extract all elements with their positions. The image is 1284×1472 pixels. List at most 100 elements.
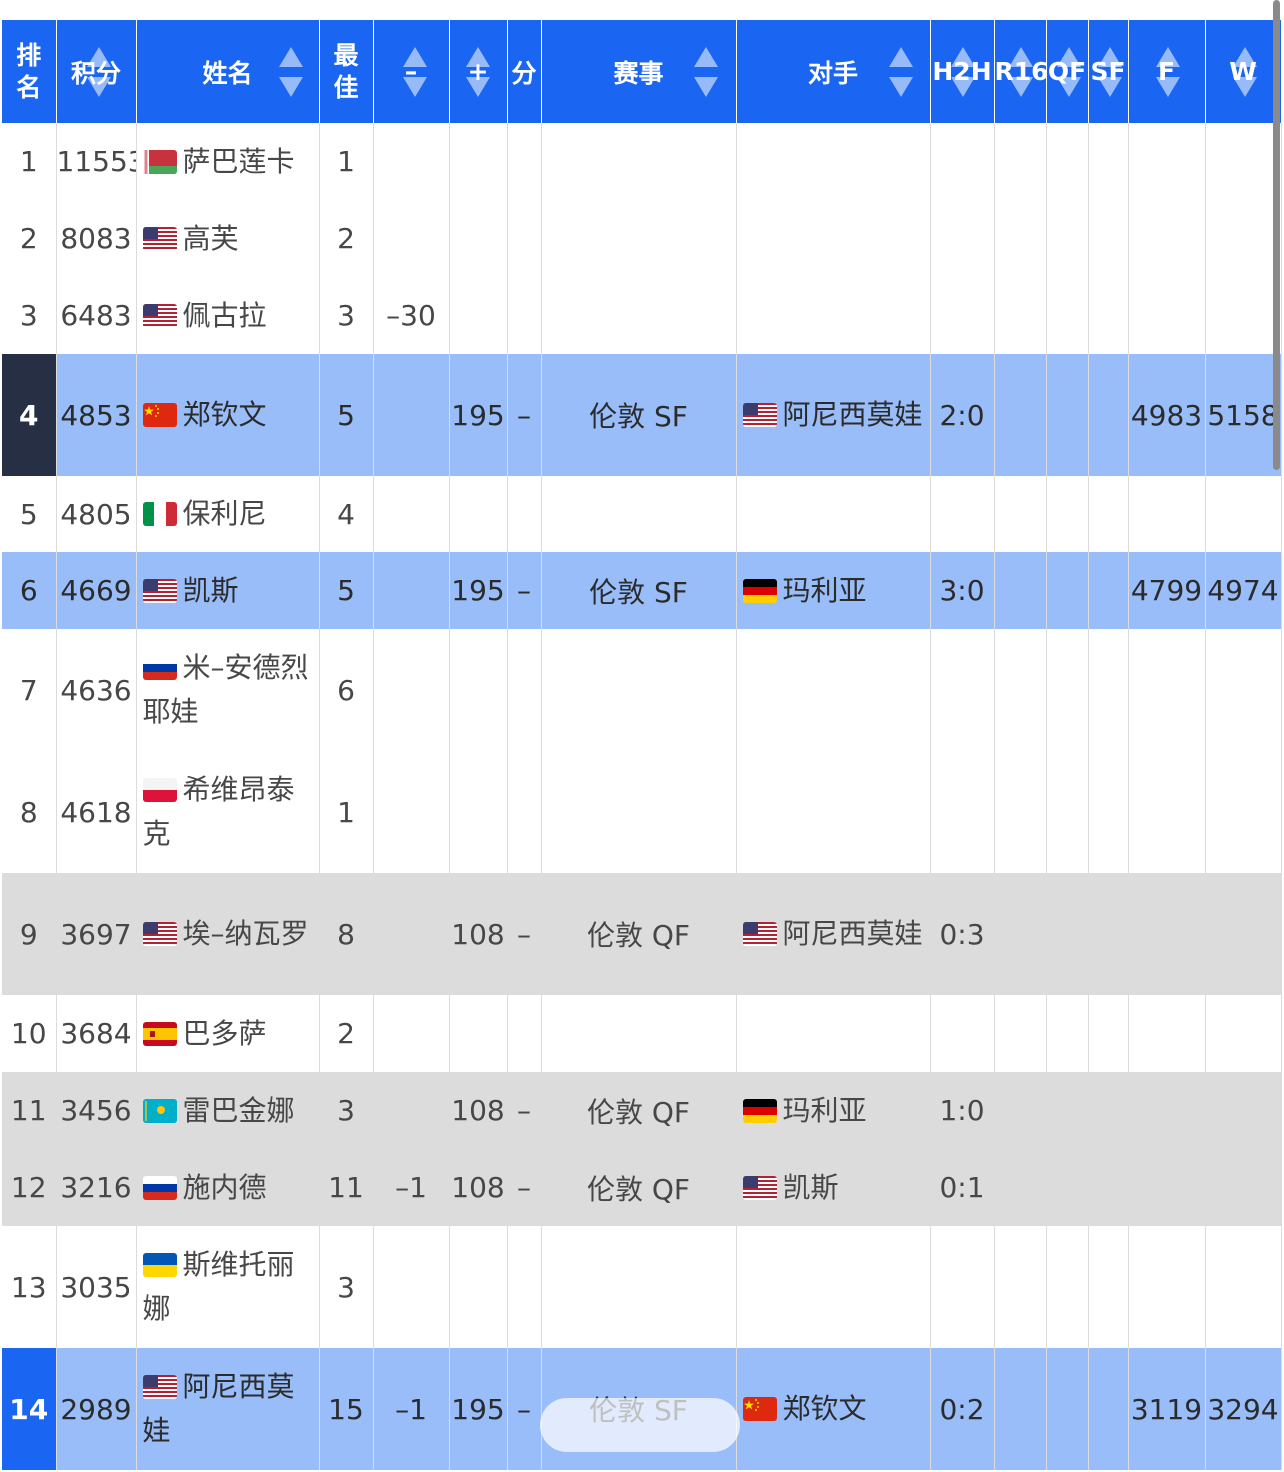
cell-points: 3216 (56, 1149, 137, 1226)
opponent-name: 玛利亚 (782, 573, 867, 607)
header-minus-label: – (404, 57, 418, 86)
opponent-name: 阿尼西莫娃 (782, 398, 923, 431)
player-name[interactable]: 雷巴金娜 (183, 1094, 295, 1127)
cell-minus (373, 629, 450, 751)
cell-best: 1 (319, 751, 374, 873)
cell-w (1205, 476, 1282, 552)
cell-points: 4669 (56, 552, 137, 629)
cell-f (1128, 1072, 1206, 1149)
cell-points: 3697 (56, 873, 137, 995)
cell-event (541, 995, 737, 1072)
table-row[interactable]: 111553萨巴莲卡1 (2, 123, 1282, 200)
header-qf[interactable]: QF (1046, 20, 1089, 123)
header-h2h[interactable]: H2H (930, 20, 995, 123)
cell-r16 (994, 552, 1047, 629)
header-plus[interactable]: + (449, 20, 508, 123)
table-row[interactable]: 10 3684 巴多萨 2 (2, 995, 1282, 1072)
cell-qf (1046, 873, 1089, 995)
header-r16[interactable]: R16 (994, 20, 1047, 123)
header-points[interactable]: 积分 (56, 20, 137, 123)
table-row[interactable]: 12 3216 施内德 11 –1 108– 伦敦 QF 凯斯 0:1 (2, 1149, 1282, 1226)
cell-qf (1046, 552, 1089, 629)
cell-w (1205, 995, 1282, 1072)
cell-rank: 2 (2, 200, 57, 277)
table-row[interactable]: 6 4669 凯斯 5 195– 伦敦 SF 玛利亚 3:0 4799 4974 (2, 552, 1282, 629)
cell-plus (449, 1226, 508, 1348)
cell-w (1205, 873, 1282, 995)
header-pts[interactable]: 分 (507, 20, 542, 123)
table-row[interactable]: 2 8083 高芙 2 (2, 200, 1282, 277)
player-name[interactable]: 高芙 (183, 222, 239, 255)
cell-w: 3294 (1205, 1348, 1282, 1470)
player-name[interactable]: 佩古拉 (183, 299, 267, 332)
header-sf[interactable]: SF (1088, 20, 1129, 123)
cell-opponent (736, 751, 931, 873)
header-opponent[interactable]: 对手 (736, 20, 931, 123)
cell-plus: 195 (449, 1348, 508, 1470)
table-row[interactable]: 8 4618 希维昂泰克 1 (2, 751, 1282, 873)
cell-event (541, 1226, 737, 1348)
cell-h2h (930, 1226, 995, 1348)
cell-sf (1088, 123, 1129, 200)
cell-event: 伦敦 QF (541, 1149, 737, 1226)
cell-minus (373, 873, 450, 995)
cell-points: 3684 (56, 995, 137, 1072)
table-row[interactable]: 7 4636 米–安德烈耶娃 6 (2, 629, 1282, 751)
table-row[interactable]: 3 6483 佩古拉 3 –30 (2, 277, 1282, 354)
cell-points: 4853 (56, 354, 137, 476)
table-row[interactable]: 11 3456 雷巴金娜 3 108– 伦敦 QF 玛利亚 1:0 (2, 1072, 1282, 1149)
header-rank[interactable]: 排名 (2, 20, 57, 123)
player-name[interactable]: 埃–纳瓦罗 (183, 917, 309, 950)
cell-rank: 10 (2, 995, 57, 1072)
header-f[interactable]: F (1128, 20, 1206, 123)
table-row[interactable]: 5 4805 保利尼 4 (2, 476, 1282, 552)
header-points-label: 积分 (70, 58, 121, 88)
cell-plus (449, 123, 508, 200)
header-w[interactable]: W (1205, 20, 1282, 123)
cell-r16 (994, 123, 1047, 200)
table-row[interactable]: 9 3697 埃–纳瓦罗 8 108– 伦敦 QF 阿尼西莫娃 0:3 (2, 873, 1282, 995)
table-row[interactable]: 4 4853 郑钦文 5 195– 伦敦 SF 阿尼西莫娃 2:0 4983 5158 (2, 354, 1282, 476)
table-row[interactable]: 13 3035 斯维托丽娜 3 (2, 1226, 1282, 1348)
cell-r16 (994, 354, 1047, 476)
cell-sf (1088, 1226, 1129, 1348)
header-best[interactable]: 最佳 (319, 20, 374, 123)
rankings-table: 排名 积分 姓名 最佳 – + 分 赛事 对手 H2H R16 QF SF F … (2, 20, 1282, 1470)
cell-f: 4983 (1128, 354, 1206, 476)
cell-minus (373, 995, 450, 1072)
header-event[interactable]: 赛事 (541, 20, 737, 123)
player-name[interactable]: 保利尼 (183, 497, 267, 530)
belarus-flag-icon (142, 149, 177, 174)
header-name[interactable]: 姓名 (136, 20, 320, 123)
ukraine-flag-icon (142, 1253, 177, 1277)
cell-points: 4618 (56, 751, 137, 873)
cell-opponent: 玛利亚 (736, 552, 931, 629)
cell-qf (1046, 354, 1089, 476)
cell-w: 4974 (1205, 552, 1282, 629)
player-name[interactable]: 萨巴莲卡 (183, 145, 295, 178)
cell-sf (1088, 277, 1129, 354)
scrollbar[interactable] (1273, 0, 1280, 470)
cell-name: 萨巴莲卡 (136, 123, 320, 200)
cell-name: 佩古拉 (136, 277, 320, 354)
cell-rank: 11 (2, 1072, 57, 1149)
cell-minus (373, 476, 450, 552)
china-flag-icon (742, 1397, 777, 1421)
cell-w (1205, 123, 1282, 200)
cell-event (541, 200, 737, 277)
cell-sf (1088, 1348, 1129, 1470)
cell-event: 伦敦 SF (541, 354, 737, 476)
player-name[interactable]: 巴多萨 (183, 1017, 267, 1050)
player-name[interactable]: 凯斯 (183, 574, 239, 607)
cell-name: 巴多萨 (136, 995, 320, 1072)
header-minus[interactable]: – (373, 20, 450, 123)
player-name[interactable]: 郑钦文 (183, 398, 267, 431)
cell-opponent: 凯斯 (736, 1149, 931, 1226)
cell-best: 1 (319, 123, 374, 200)
cell-r16 (994, 629, 1047, 751)
cell-best: 2 (319, 995, 374, 1072)
header-sf-label: SF (1090, 57, 1126, 86)
cell-points: 8083 (56, 200, 137, 277)
cell-best: 15 (319, 1348, 374, 1470)
player-name[interactable]: 施内德 (183, 1171, 267, 1204)
